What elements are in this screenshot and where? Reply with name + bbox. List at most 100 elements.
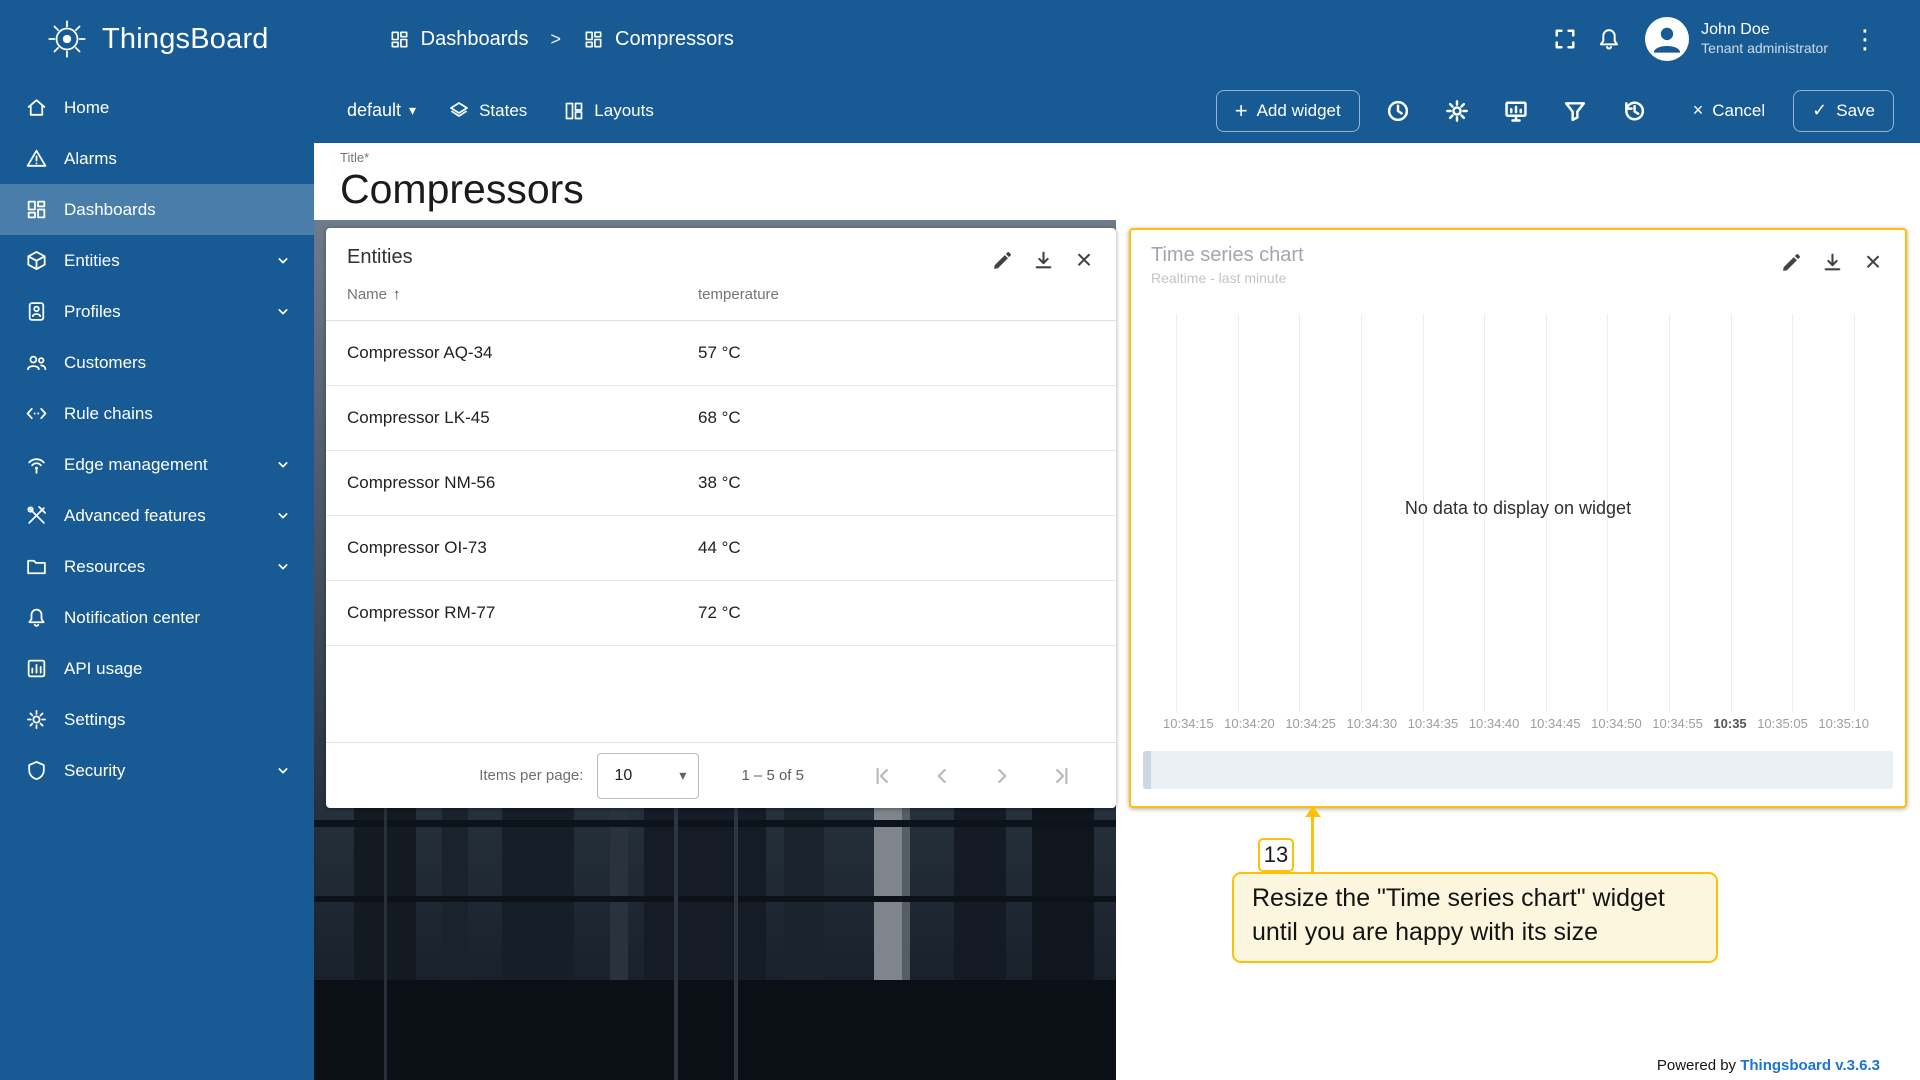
column-header-name[interactable]: Name ↑ <box>347 286 698 303</box>
time-axis-scrollbar[interactable] <box>1143 751 1893 789</box>
pencil-icon <box>1780 251 1803 274</box>
last-page-icon <box>1050 764 1074 788</box>
dashboard-title-input[interactable]: Compressors <box>340 166 1920 213</box>
cell-temperature: 72 °C <box>698 603 741 623</box>
sidebar-item-entities[interactable]: Entities <box>0 235 314 286</box>
dashboard-settings-button[interactable] <box>1436 90 1478 132</box>
breadcrumb-label: Compressors <box>615 28 734 51</box>
rule-chain-icon <box>24 402 48 426</box>
state-selector[interactable]: default ▾ <box>337 92 426 129</box>
export-widget-button[interactable] <box>1027 244 1059 276</box>
breadcrumb: Dashboards > Compressors <box>389 28 734 51</box>
user-avatar[interactable] <box>1645 17 1689 61</box>
sidebar-item-security[interactable]: Security <box>0 745 314 796</box>
breadcrumb-dashboards[interactable]: Dashboards <box>389 28 529 51</box>
table-row[interactable]: Compressor OI-73 44 °C <box>326 516 1116 581</box>
items-per-page-select[interactable]: 10 ▾ <box>597 753 699 799</box>
chevron-right-icon <box>990 764 1014 788</box>
first-page-button[interactable] <box>864 758 900 794</box>
sidebar-item-label: Resources <box>64 557 145 577</box>
remove-widget-button[interactable]: × <box>1068 244 1100 276</box>
first-page-icon <box>870 764 894 788</box>
cell-temperature: 38 °C <box>698 473 741 493</box>
version-link[interactable]: Thingsboard v.3.6.3 <box>1740 1057 1880 1074</box>
cell-temperature: 44 °C <box>698 538 741 558</box>
x-tick: 10:34:25 <box>1285 716 1336 731</box>
table-row[interactable]: Compressor LK-45 68 °C <box>326 386 1116 451</box>
x-axis-ticks: 10:34:15 10:34:20 10:34:25 10:34:30 10:3… <box>1163 716 1869 731</box>
previous-page-button[interactable] <box>924 758 960 794</box>
sidebar-item-settings[interactable]: Settings <box>0 694 314 745</box>
layouts-button[interactable]: Layouts <box>549 91 668 131</box>
edit-widget-button[interactable] <box>986 244 1018 276</box>
entities-cube-icon <box>24 249 48 273</box>
dashboard-content: Title* Compressors <box>314 143 1920 1080</box>
remove-widget-button[interactable]: × <box>1857 246 1889 278</box>
thingsboard-logo[interactable]: ThingsBoard <box>0 16 269 62</box>
edit-widget-button[interactable] <box>1775 246 1807 278</box>
sidebar-item-profiles[interactable]: Profiles <box>0 286 314 337</box>
dashboard-toolbar: default ▾ States Layouts + Add widget <box>314 78 1920 143</box>
cancel-button[interactable]: × Cancel <box>1679 90 1779 132</box>
next-page-button[interactable] <box>984 758 1020 794</box>
time-window-button[interactable] <box>1377 90 1419 132</box>
cell-temperature: 68 °C <box>698 408 741 428</box>
cell-temperature: 57 °C <box>698 343 741 363</box>
sidebar-item-label: Settings <box>64 710 125 730</box>
close-icon: × <box>1693 100 1704 121</box>
sidebar-item-label: Edge management <box>64 455 208 475</box>
sidebar-item-rule-chains[interactable]: Rule chains <box>0 388 314 439</box>
sidebar-item-label: Rule chains <box>64 404 153 424</box>
save-button[interactable]: ✓ Save <box>1793 90 1894 132</box>
version-history-button[interactable] <box>1613 90 1655 132</box>
sidebar-item-label: Dashboards <box>64 200 156 220</box>
table-row[interactable]: Compressor AQ-34 57 °C <box>326 321 1116 386</box>
gear-icon <box>24 708 48 732</box>
chart-icon <box>24 657 48 681</box>
export-widget-button[interactable] <box>1816 246 1848 278</box>
no-data-message: No data to display on widget <box>1131 498 1905 519</box>
save-label: Save <box>1836 101 1875 121</box>
sidebar-item-alarms[interactable]: Alarms <box>0 133 314 184</box>
entity-aliases-button[interactable] <box>1495 90 1537 132</box>
table-row[interactable]: Compressor RM-77 72 °C <box>326 581 1116 646</box>
sidebar-item-resources[interactable]: Resources <box>0 541 314 592</box>
last-page-button[interactable] <box>1044 758 1080 794</box>
filters-button[interactable] <box>1554 90 1596 132</box>
main-area: default ▾ States Layouts + Add widget <box>314 78 1920 1080</box>
tutorial-connector-line <box>1311 816 1314 874</box>
sidebar-item-label: Advanced features <box>64 506 206 526</box>
top-right-controls: John Doe Tenant administrator ⋮ <box>1543 17 1920 61</box>
chevron-down-icon <box>274 762 292 780</box>
sidebar-item-edge-management[interactable]: Edge management <box>0 439 314 490</box>
warning-icon <box>24 147 48 171</box>
sidebar-item-label: Home <box>64 98 109 118</box>
tools-icon <box>24 504 48 528</box>
breadcrumb-compressors[interactable]: Compressors <box>583 28 734 51</box>
sidebar-item-customers[interactable]: Customers <box>0 337 314 388</box>
sidebar-item-notification-center[interactable]: Notification center <box>0 592 314 643</box>
column-header-temperature: temperature <box>698 286 779 303</box>
kebab-menu-icon[interactable]: ⋮ <box>1850 24 1880 55</box>
table-header: Name ↑ temperature <box>326 269 1116 321</box>
table-row[interactable]: Compressor NM-56 38 °C <box>326 451 1116 516</box>
layers-icon <box>448 100 470 122</box>
powered-by-text: Powered by <box>1657 1057 1736 1074</box>
x-tick: 10:34:50 <box>1591 716 1642 731</box>
sidebar-item-dashboards[interactable]: Dashboards <box>0 184 314 235</box>
states-button[interactable]: States <box>434 91 541 131</box>
breadcrumb-separator: > <box>550 29 561 50</box>
sidebar-item-home[interactable]: Home <box>0 82 314 133</box>
powered-by: Powered by Thingsboard v.3.6.3 <box>1657 1057 1880 1074</box>
x-tick: 10:34:55 <box>1652 716 1703 731</box>
scrollbar-handle[interactable] <box>1143 751 1151 789</box>
sidebar-item-advanced-features[interactable]: Advanced features <box>0 490 314 541</box>
notifications-button[interactable] <box>1587 17 1631 61</box>
tutorial-text-line2: until you are happy with its size <box>1252 916 1698 950</box>
people-icon <box>24 351 48 375</box>
time-series-chart-widget[interactable]: Time series chart Realtime - last minute… <box>1129 228 1907 808</box>
sidebar-item-api-usage[interactable]: API usage <box>0 643 314 694</box>
add-widget-button[interactable]: + Add widget <box>1216 90 1360 132</box>
fullscreen-button[interactable] <box>1543 17 1587 61</box>
dashboard-icon <box>583 29 604 50</box>
